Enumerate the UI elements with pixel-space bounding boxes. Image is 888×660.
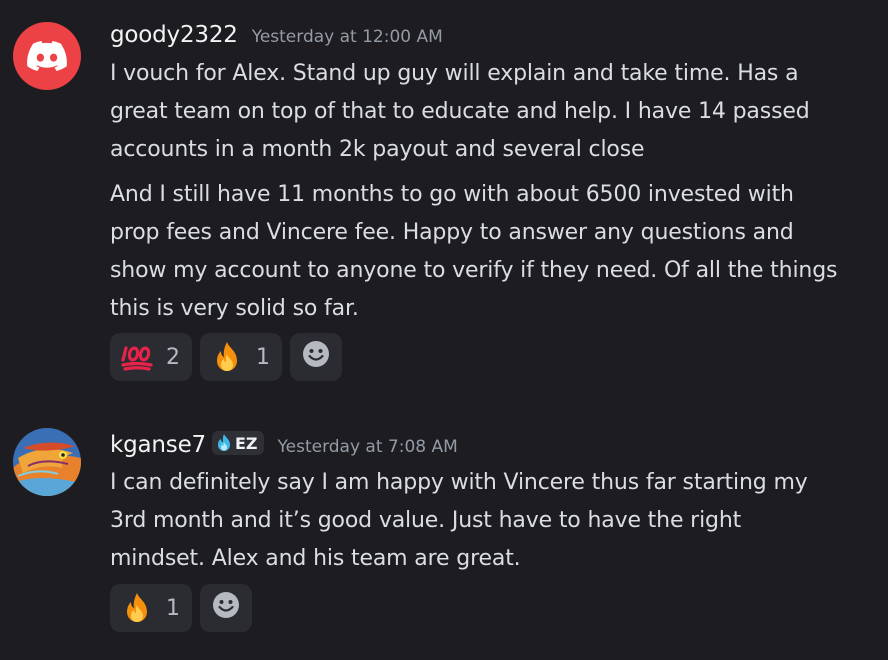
message-line: great team on top of that to educate and… — [110, 99, 810, 124]
reaction-count: 2 — [166, 344, 180, 370]
timestamp[interactable]: Yesterday at 12:00 AM — [252, 27, 443, 47]
guild-tag[interactable]: EZ — [211, 431, 264, 455]
message-line: I can definitely say I am happy with Vin… — [110, 470, 808, 495]
message-header: kganse7 EZ Yesterday at 7:08 AM — [110, 431, 458, 458]
message-line: show my account to anyone to verify if t… — [110, 258, 838, 283]
reaction-count: 1 — [256, 344, 270, 370]
reaction-fire[interactable]: 1 — [110, 584, 192, 632]
message-line: accounts in a month 2k payout and severa… — [110, 137, 645, 162]
username[interactable]: goody2322 — [110, 22, 238, 48]
reactions: 1 — [110, 584, 252, 632]
message-line: 3rd month and it’s good value. Just have… — [110, 508, 742, 533]
reaction-fire[interactable]: 1 — [200, 333, 282, 381]
reactions: 2 1 — [110, 333, 342, 381]
avatar[interactable] — [13, 22, 81, 90]
message-line: this is very solid so far. — [110, 296, 359, 321]
message-line: prop fees and Vincere fee. Happy to answ… — [110, 220, 794, 245]
fire-icon — [210, 340, 244, 374]
timestamp[interactable]: Yesterday at 7:08 AM — [278, 437, 458, 457]
message-line: I vouch for Alex. Stand up guy will expl… — [110, 61, 799, 86]
dragon-avatar — [13, 428, 81, 496]
message-header: goody2322 Yesterday at 12:00 AM — [110, 22, 443, 48]
guild-tag-label: EZ — [234, 433, 258, 453]
message-content: I can definitely say I am happy with Vin… — [110, 464, 880, 578]
add-reaction-icon — [302, 340, 330, 374]
reaction-count: 1 — [166, 595, 180, 621]
add-reaction-button[interactable] — [290, 333, 342, 381]
reaction-100[interactable]: 2 — [110, 333, 192, 381]
message-content: I vouch for Alex. Stand up guy will expl… — [110, 55, 880, 328]
fire-icon — [120, 591, 154, 625]
add-reaction-icon — [212, 591, 240, 625]
discord-logo-icon — [27, 41, 67, 71]
avatar[interactable] — [13, 428, 81, 496]
add-reaction-button[interactable] — [200, 584, 252, 632]
username[interactable]: kganse7 — [110, 432, 206, 458]
100-icon — [120, 340, 154, 374]
message-line: mindset. Alex and his team are great. — [110, 546, 521, 571]
message-line: And I still have 11 months to go with ab… — [110, 182, 794, 207]
flame-badge-icon — [217, 434, 230, 451]
